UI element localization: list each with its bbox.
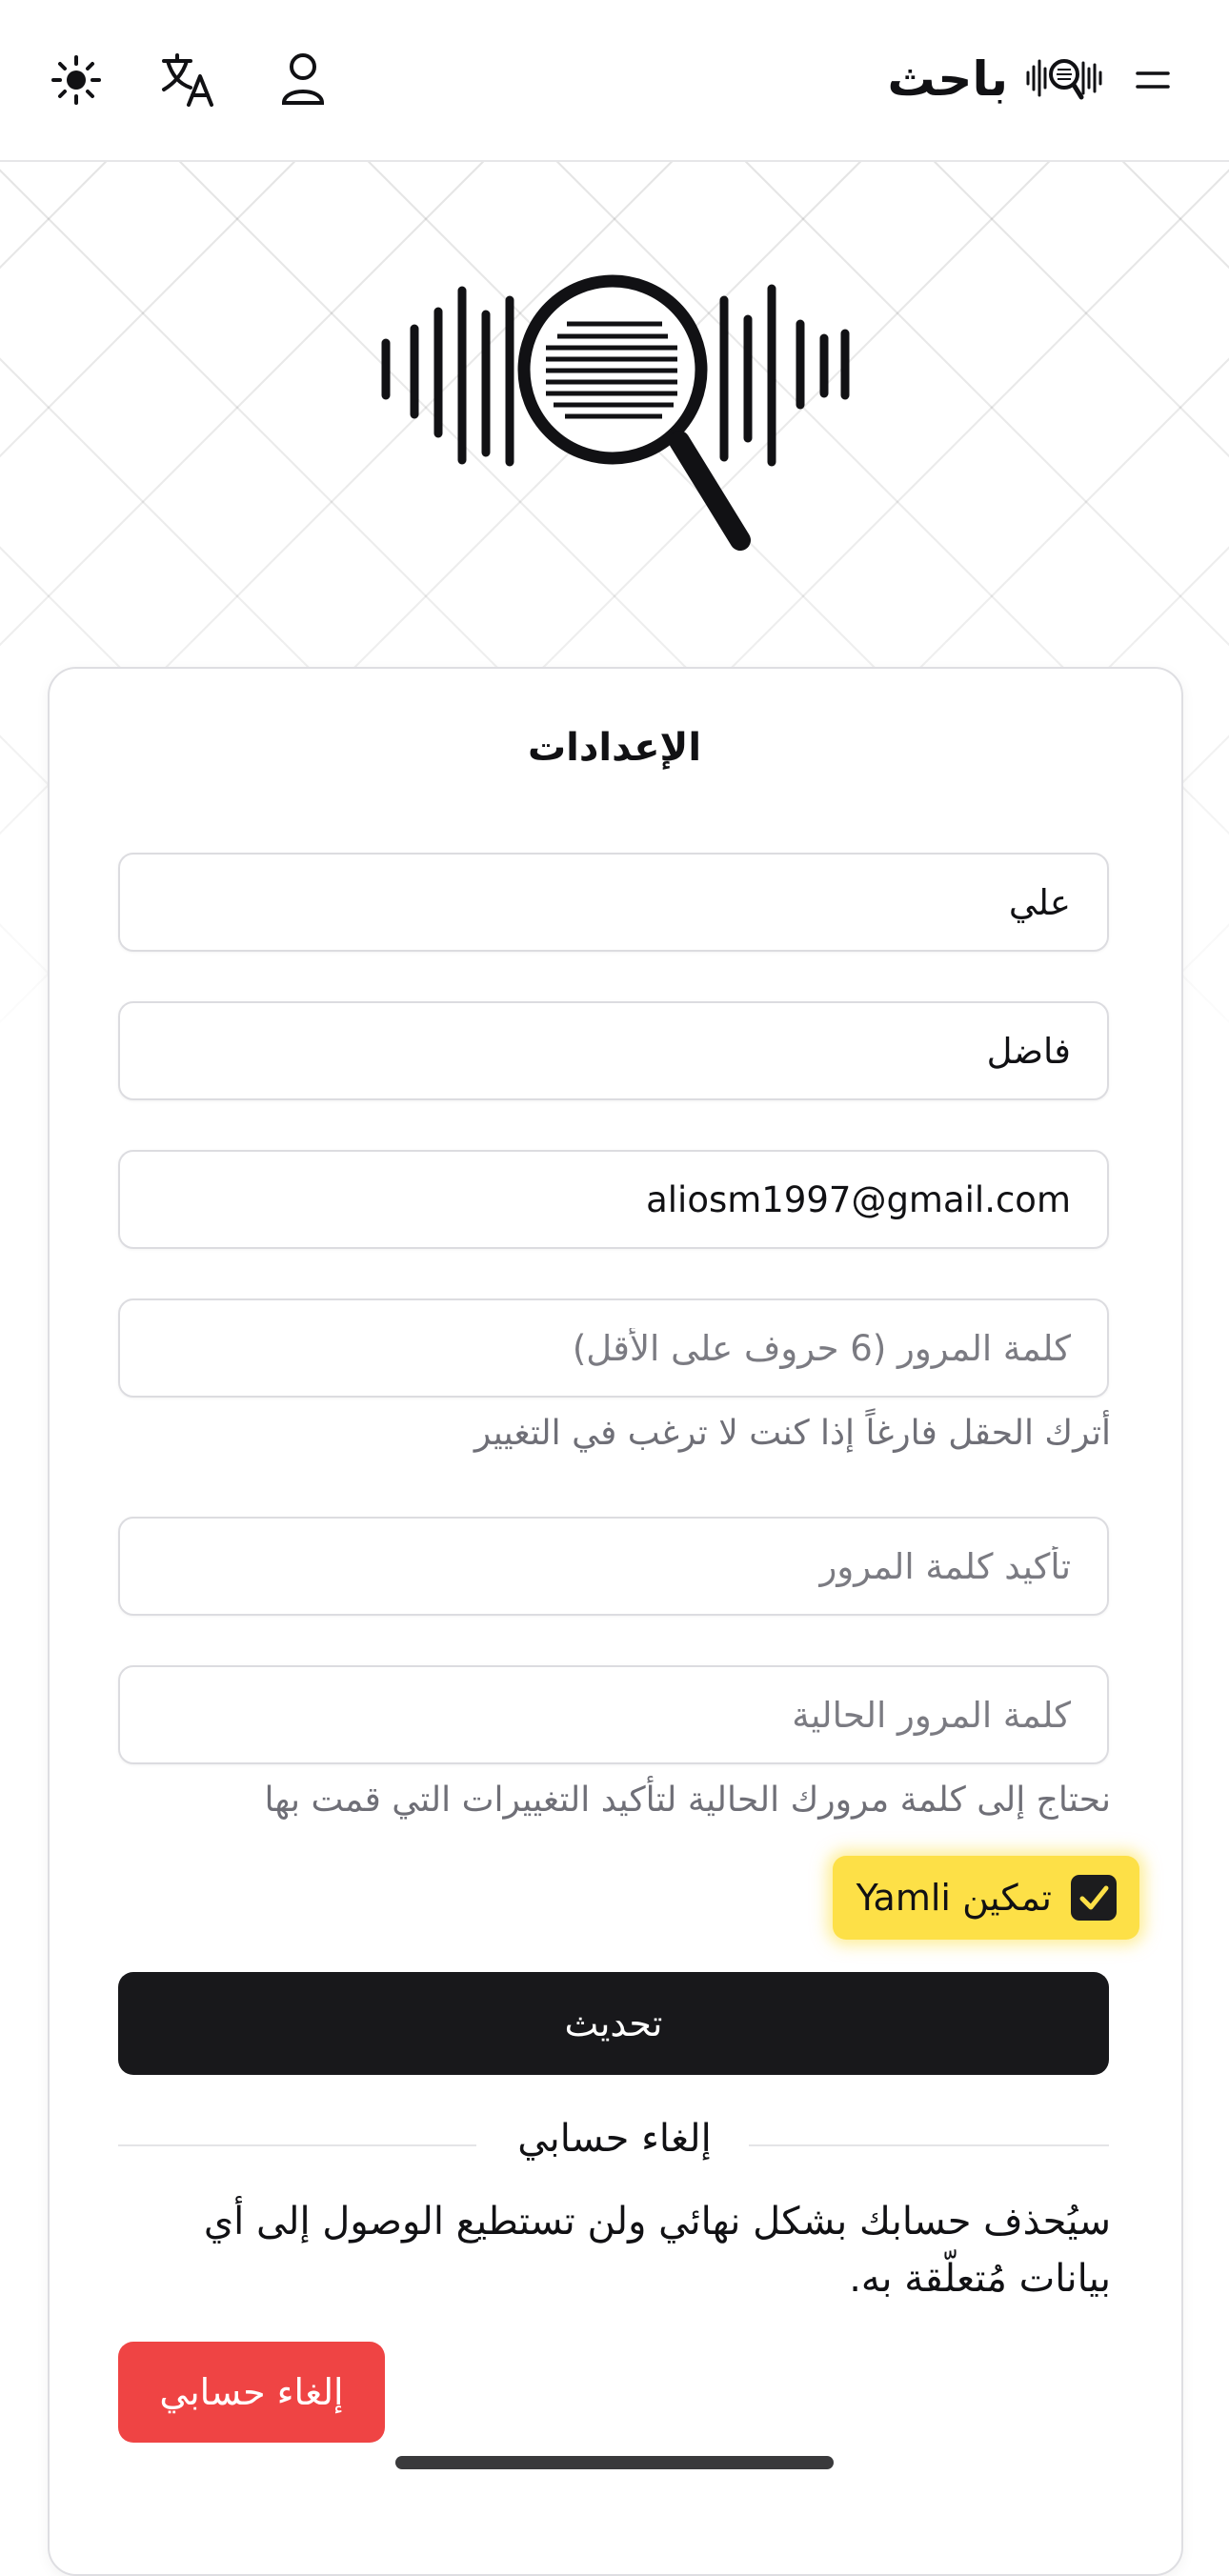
update-button[interactable]: تحديث	[118, 1972, 1109, 2075]
yamli-toggle[interactable]: تمكين Yamli	[833, 1856, 1139, 1940]
delete-account-warning: سيُحذف حسابك بشكل نهائي ولن تستطيع الوصو…	[120, 2193, 1111, 2307]
home-indicator	[395, 2456, 834, 2469]
delete-warning-line-1: سيُحذف حسابك بشكل نهائي ولن تستطيع الوصو…	[203, 2200, 1111, 2244]
translate-icon[interactable]	[158, 50, 219, 111]
checkmark-icon	[1079, 1885, 1109, 1910]
yamli-label: تمكين Yamli	[856, 1877, 1052, 1919]
top-bar: باحث	[0, 0, 1229, 162]
brand-logo-large-icon	[381, 274, 850, 551]
brand-logo-icon[interactable]	[1024, 50, 1104, 107]
menu-icon[interactable]	[1134, 61, 1172, 99]
delete-warning-line-2: بيانات مُتعلّقة به.	[849, 2257, 1111, 2301]
sun-icon[interactable]	[48, 51, 105, 109]
current-password-field[interactable]	[118, 1665, 1109, 1764]
current-password-hint: نحتاج إلى كلمة مرورك الحالية لتأكيد التغ…	[264, 1781, 1111, 1820]
delete-account-button[interactable]: إلغاء حسابي	[118, 2342, 385, 2443]
email-field[interactable]	[118, 1150, 1109, 1249]
page-title: الإعدادات	[527, 726, 702, 770]
new-password-field[interactable]	[118, 1298, 1109, 1398]
brand-name[interactable]: باحث	[887, 36, 1008, 122]
first-name-field[interactable]	[118, 853, 1109, 952]
last-name-field[interactable]	[118, 1001, 1109, 1100]
new-password-hint: أترك الحقل فارغاً إذا كنت لا ترغب في الت…	[473, 1414, 1111, 1453]
yamli-checkbox[interactable]	[1071, 1875, 1117, 1921]
user-icon[interactable]	[272, 48, 333, 109]
confirm-password-field[interactable]	[118, 1517, 1109, 1616]
delete-account-title: إلغاء حسابي	[517, 2117, 712, 2161]
